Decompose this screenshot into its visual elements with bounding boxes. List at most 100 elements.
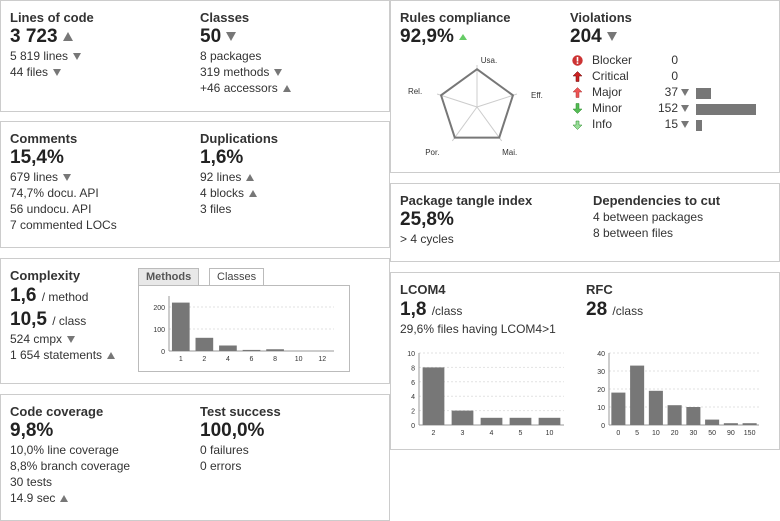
test-success-value[interactable]: 100,0% — [200, 420, 281, 442]
y-tick-label: 10 — [407, 351, 415, 358]
trend-down-icon — [681, 121, 689, 128]
bar[interactable] — [480, 417, 503, 425]
violation-row-minor[interactable]: Minor 152 — [570, 101, 770, 117]
comment-lines[interactable]: 679 lines — [10, 170, 58, 184]
lcom4-files-note[interactable]: 29,6% files having LCOM4>1 — [400, 321, 556, 337]
line-coverage[interactable]: 10,0% line coverage — [10, 442, 130, 458]
lines-count[interactable]: 5 819 lines — [10, 49, 68, 63]
docu-api[interactable]: 74,7% docu. API — [10, 185, 117, 201]
bar[interactable] — [611, 392, 626, 425]
trend-up-icon — [60, 495, 69, 503]
violations-title: Violations — [570, 10, 632, 25]
violation-count[interactable]: 37 — [642, 85, 678, 99]
violations-value[interactable]: 204 — [570, 26, 602, 47]
trend-down-icon — [63, 174, 72, 182]
trend-down-icon — [226, 32, 237, 42]
trend-up-icon — [282, 85, 291, 93]
accessors-count[interactable]: +46 accessors — [200, 81, 278, 95]
bar[interactable] — [422, 367, 445, 425]
x-tick-label: 3 — [461, 430, 465, 437]
bar[interactable] — [648, 390, 663, 425]
bar[interactable] — [509, 417, 532, 425]
package-dependencies[interactable]: 4 between packages — [593, 209, 720, 225]
duplicated-lines[interactable]: 92 lines — [200, 170, 241, 184]
complexity-per-method-value[interactable]: 1,6 — [10, 285, 36, 306]
bar[interactable] — [451, 410, 474, 425]
trend-down-icon — [681, 89, 689, 96]
branch-coverage[interactable]: 8,8% branch coverage — [10, 458, 130, 474]
lines-of-code-widget: Lines of code 3 723 5 819 lines 44 files — [10, 10, 94, 80]
bar[interactable] — [705, 419, 720, 425]
test-success-title: Test success — [200, 404, 281, 419]
comments-value[interactable]: 15,4% — [10, 147, 117, 169]
packages-count[interactable]: 8 packages — [200, 48, 291, 64]
trend-up-icon — [107, 352, 116, 360]
violation-count[interactable]: 152 — [642, 101, 678, 115]
minor-icon — [572, 103, 583, 114]
radar-axis-label: Por. — [425, 148, 439, 157]
duplicated-blocks[interactable]: 4 blocks — [200, 186, 244, 200]
y-tick-label: 8 — [411, 365, 415, 372]
bar[interactable] — [242, 349, 261, 351]
package-tangle-widget: Package tangle index 25,8% > 4 cycles — [400, 193, 532, 247]
tab-methods[interactable]: Methods — [138, 268, 200, 286]
x-tick-label: 1 — [179, 356, 183, 363]
bar[interactable] — [630, 365, 645, 425]
bar[interactable] — [667, 405, 682, 425]
methods-count[interactable]: 319 methods — [200, 65, 269, 79]
x-tick-label: 5 — [519, 430, 523, 437]
test-errors[interactable]: 0 errors — [200, 458, 281, 474]
bar[interactable] — [195, 337, 214, 351]
classes-value[interactable]: 50 — [200, 26, 221, 47]
y-tick-label: 0 — [161, 349, 165, 356]
rules-compliance-value[interactable]: 92,9% — [400, 26, 454, 47]
bar[interactable] — [171, 302, 190, 351]
cycles-count[interactable]: > 4 cycles — [400, 231, 532, 247]
statements-count[interactable]: 1 654 statements — [10, 348, 102, 362]
lines-of-code-value[interactable]: 3 723 — [10, 26, 58, 47]
undocu-api[interactable]: 56 undocu. API — [10, 201, 117, 217]
y-tick-label: 4 — [411, 394, 415, 401]
violation-row-blocker[interactable]: Blocker 0 — [570, 53, 770, 69]
x-tick-label: 6 — [250, 356, 254, 363]
package-tangle-value[interactable]: 25,8% — [400, 209, 532, 231]
test-success-widget: Test success 100,0% 0 failures 0 errors — [200, 404, 281, 474]
bar[interactable] — [538, 417, 561, 425]
violation-count[interactable]: 15 — [642, 117, 678, 131]
commented-locs[interactable]: 7 commented LOCs — [10, 217, 117, 233]
violation-row-critical[interactable]: Critical 0 — [570, 69, 770, 85]
tab-classes[interactable]: Classes — [209, 268, 265, 286]
x-tick-label: 10 — [295, 356, 303, 363]
violation-count[interactable]: 0 — [642, 53, 678, 67]
cmpx-count[interactable]: 524 cmpx — [10, 332, 62, 346]
duplications-value[interactable]: 1,6% — [200, 147, 278, 169]
test-failures[interactable]: 0 failures — [200, 442, 281, 458]
bar[interactable] — [723, 423, 738, 425]
rfc-widget: RFC 28 /class — [586, 282, 643, 321]
trend-down-icon — [67, 336, 76, 344]
x-tick-label: 30 — [689, 430, 697, 437]
bar[interactable] — [686, 407, 701, 425]
info-icon — [572, 120, 583, 130]
duplicated-files[interactable]: 3 files — [200, 201, 278, 217]
bar[interactable] — [219, 345, 237, 352]
violation-row-info[interactable]: Info 15 — [570, 117, 770, 133]
trend-down-icon — [73, 53, 82, 61]
files-count[interactable]: 44 files — [10, 65, 48, 79]
file-dependencies[interactable]: 8 between files — [593, 225, 720, 241]
lcom4-value[interactable]: 1,8 — [400, 299, 426, 320]
coverage-value[interactable]: 9,8% — [10, 420, 130, 442]
coverage-widget: Code coverage 9,8% 10,0% line coverage 8… — [10, 404, 130, 506]
dependencies-title: Dependencies to cut — [593, 193, 721, 208]
tests-count[interactable]: 30 tests — [10, 474, 130, 490]
violation-row-major[interactable]: Major 37 — [570, 85, 770, 101]
complexity-per-class-value[interactable]: 10,5 — [10, 309, 47, 330]
bar[interactable] — [266, 349, 284, 351]
test-duration[interactable]: 14.9 sec — [10, 491, 55, 505]
trend-down-icon — [606, 32, 617, 42]
violation-count[interactable]: 0 — [642, 69, 678, 83]
rfc-value[interactable]: 28 — [586, 299, 607, 320]
bar[interactable] — [742, 423, 757, 425]
comments-title: Comments — [10, 131, 78, 146]
violation-label: Critical — [592, 69, 629, 83]
